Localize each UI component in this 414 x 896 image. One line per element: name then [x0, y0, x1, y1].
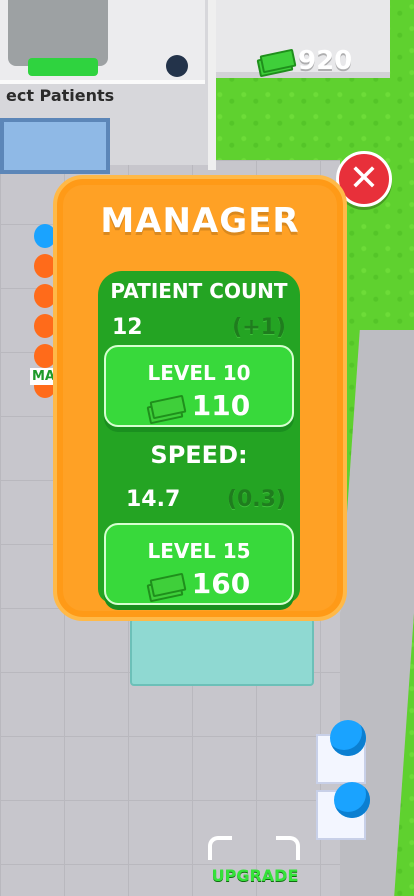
speed-cost-wrap: 160: [106, 567, 292, 602]
panel-title: MANAGER: [100, 201, 300, 241]
manager-panel: MANAGER PATIENT COUNT 12 (+1) LEVEL 10 1…: [53, 175, 347, 621]
upgrade-zone-corner: [276, 836, 300, 860]
blue-ball: [330, 720, 366, 756]
upgrade-zone-corner: [208, 836, 232, 860]
blue-ball: [334, 782, 370, 818]
patient-count-upgrade-button[interactable]: LEVEL 10 110: [104, 345, 294, 427]
upgrade-zone-label[interactable]: UPGRADE: [200, 866, 310, 885]
waiting-bench: [130, 618, 314, 686]
speed-current: 14.7: [126, 487, 181, 512]
speed-title: SPEED:: [150, 441, 248, 469]
speed-row: 14.7 (0.3): [98, 487, 300, 512]
speed-increase: (0.3): [226, 487, 286, 512]
close-icon: ✕: [348, 158, 380, 199]
glass-window: [0, 118, 110, 174]
speed-cost: 160: [191, 567, 251, 600]
patient-count-level: LEVEL 10: [147, 361, 251, 385]
speed-upgrade-button[interactable]: LEVEL 15 160: [104, 523, 294, 605]
machine-indicator: [28, 58, 98, 76]
staff-character: [166, 55, 188, 77]
patient-count-row: 12 (+1): [98, 315, 300, 340]
patient-count-current: 12: [112, 315, 143, 340]
machine: [8, 0, 108, 66]
money-counter: 920: [256, 46, 353, 78]
speed-level: LEVEL 15: [147, 539, 251, 563]
wall-divider: [208, 0, 216, 170]
stats-area: PATIENT COUNT 12 (+1) LEVEL 10 110 SPEED…: [98, 271, 300, 605]
money-stack-icon: [146, 394, 187, 424]
patient-count-increase: (+1): [232, 315, 286, 340]
money-stack-icon: [146, 572, 187, 602]
money-stack-icon: [256, 48, 297, 78]
patient-count-cost-wrap: 110: [106, 389, 292, 424]
money-value: 920: [298, 46, 353, 76]
room-label: ect Patients: [6, 86, 115, 105]
patient-count-cost: 110: [191, 389, 251, 422]
patient-count-title: PATIENT COUNT: [110, 279, 288, 303]
